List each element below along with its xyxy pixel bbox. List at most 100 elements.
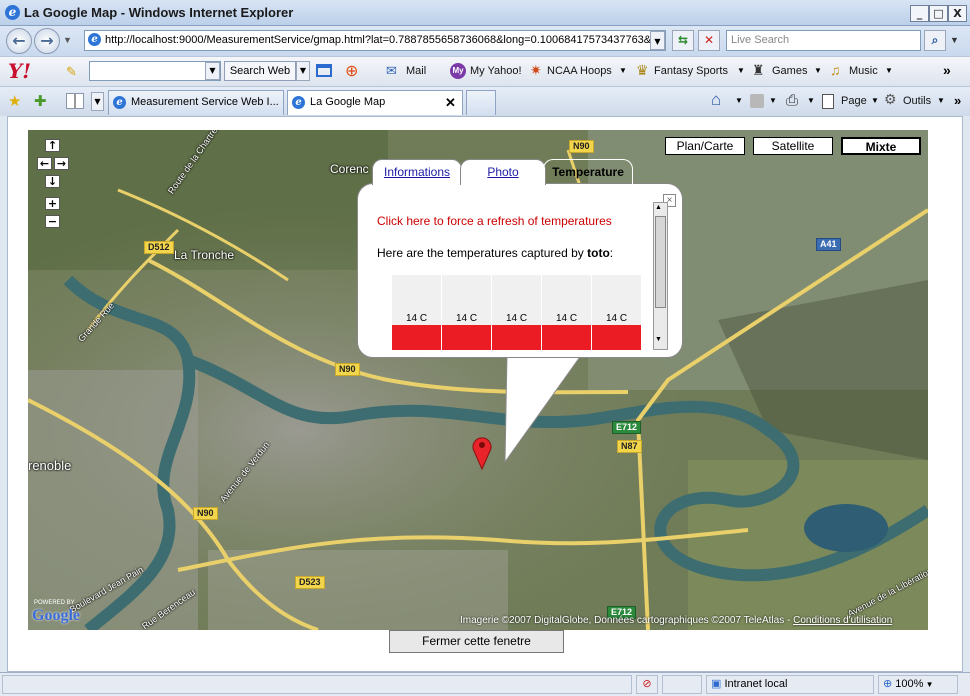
zone-indicator[interactable]: ▣ Intranet local bbox=[706, 675, 874, 694]
close-tab-icon[interactable]: ✕ bbox=[445, 91, 456, 114]
tab-list-dropdown-icon[interactable]: ▼ bbox=[91, 92, 104, 111]
tools-dropdown-icon[interactable]: ▼ bbox=[937, 96, 945, 105]
road-shield-n90: N90 bbox=[335, 363, 360, 376]
info-scroll-area[interactable]: Click here to force a refresh of tempera… bbox=[371, 202, 669, 350]
games-dropdown-icon[interactable]: ▼ bbox=[814, 66, 822, 75]
scroll-up-icon[interactable]: ▲ bbox=[655, 204, 662, 211]
tab-bar: ★ ✚ ▼ e Measurement Service Web I... e L… bbox=[0, 86, 970, 116]
popup-blocker-icon[interactable]: ⊘ bbox=[636, 675, 658, 694]
url-text: http://localhost:9000/MeasurementService… bbox=[105, 34, 652, 46]
tab-ie-icon: e bbox=[113, 96, 126, 109]
games-icon: ♜ bbox=[752, 62, 765, 78]
map-type-plan-button[interactable]: Plan/Carte bbox=[665, 137, 745, 155]
yahoo-logo[interactable]: Y! bbox=[8, 60, 31, 82]
close-window-button[interactable]: X bbox=[948, 5, 967, 22]
back-arrow-icon[interactable]: ← bbox=[6, 28, 32, 54]
pan-right-button[interactable]: → bbox=[54, 157, 69, 170]
favorites-star-icon[interactable]: ★ bbox=[8, 92, 21, 110]
scroll-down-icon[interactable]: ▼ bbox=[655, 336, 662, 343]
add-favorite-icon[interactable]: ✚ bbox=[34, 92, 47, 110]
terms-link[interactable]: Conditions d'utilisation bbox=[793, 615, 892, 626]
window-icon[interactable] bbox=[316, 64, 332, 77]
print-icon[interactable]: ⎙ bbox=[786, 92, 798, 109]
tab-measurement-service[interactable]: e Measurement Service Web I... bbox=[108, 90, 284, 115]
my-yahoo-link[interactable]: My Yahoo! bbox=[470, 65, 522, 77]
page-dropdown-icon[interactable]: ▼ bbox=[871, 96, 879, 105]
temperature-cell: 14 C bbox=[442, 275, 491, 350]
fantasy-sports-link[interactable]: Fantasy Sports bbox=[654, 65, 728, 77]
scrollbar-thumb[interactable] bbox=[655, 216, 666, 308]
address-dropdown-icon[interactable]: ▼ bbox=[650, 31, 665, 50]
temperature-cell: 14 C bbox=[592, 275, 641, 350]
map-type-satellite-button[interactable]: Satellite bbox=[753, 137, 833, 155]
info-scrollbar[interactable]: ▲ ▼ bbox=[653, 202, 668, 350]
print-dropdown-icon[interactable]: ▼ bbox=[807, 96, 815, 105]
page-icon: e bbox=[88, 33, 101, 46]
tab-photo[interactable]: Photo bbox=[460, 159, 546, 185]
zoom-out-button[interactable]: − bbox=[45, 215, 60, 228]
tab-photo-label: Photo bbox=[487, 165, 519, 179]
more-chevron-icon[interactable]: » bbox=[954, 93, 961, 108]
google-map[interactable]: ↑ ← → ↓ + − Plan/Carte Satellite Mixte C… bbox=[28, 130, 928, 630]
tab-la-google-map[interactable]: e La Google Map ✕ bbox=[287, 90, 463, 115]
quick-tabs-icon[interactable] bbox=[66, 93, 84, 109]
road-shield-d523: D523 bbox=[295, 576, 325, 589]
yahoo-search-dropdown-icon[interactable]: ▼ bbox=[205, 62, 220, 80]
tab-informations[interactable]: Informations bbox=[372, 159, 462, 185]
feeds-icon[interactable] bbox=[750, 94, 764, 108]
close-window-page-button[interactable]: Fermer cette fenetre bbox=[389, 630, 564, 653]
zoom-level-control[interactable]: ⊕ 100% ▼ bbox=[878, 675, 958, 694]
history-dropdown-icon[interactable]: ▼ bbox=[63, 35, 72, 45]
search-options-icon[interactable]: ▼ bbox=[950, 35, 959, 45]
music-dropdown-icon[interactable]: ▼ bbox=[885, 66, 893, 75]
yahoo-mail-link[interactable]: Mail bbox=[406, 65, 426, 77]
home-dropdown-icon[interactable]: ▼ bbox=[735, 96, 743, 105]
info-window: Informations Photo Temperature × Click h… bbox=[357, 159, 687, 464]
window-title: La Google Map - Windows Internet Explore… bbox=[24, 5, 294, 20]
temperature-bar bbox=[492, 325, 541, 350]
music-link[interactable]: Music bbox=[849, 65, 878, 77]
live-search-input[interactable]: Live Search bbox=[726, 30, 921, 51]
road-shield-a41: A41 bbox=[816, 238, 841, 251]
stop-icon[interactable]: ✕ bbox=[698, 30, 720, 51]
page-content: ↑ ← → ↓ + − Plan/Carte Satellite Mixte C… bbox=[7, 116, 963, 672]
tab-temperature[interactable]: Temperature bbox=[543, 159, 633, 185]
map-type-mixte-button[interactable]: Mixte bbox=[841, 137, 921, 155]
new-tab-button[interactable] bbox=[466, 90, 496, 115]
search-web-dropdown-icon[interactable]: ▼ bbox=[296, 61, 310, 81]
tools-menu[interactable]: Outils bbox=[903, 95, 931, 107]
temperature-label: 14 C bbox=[505, 313, 528, 324]
google-logo[interactable]: Google bbox=[32, 606, 80, 626]
attribution-text: Imagerie ©2007 DigitalGlobe, Données car… bbox=[460, 615, 794, 626]
search-web-button[interactable]: Search Web bbox=[224, 61, 296, 81]
page-menu[interactable]: Page bbox=[841, 95, 867, 107]
maximize-button[interactable]: □ bbox=[929, 5, 948, 22]
refresh-temperatures-link[interactable]: Click here to force a refresh of tempera… bbox=[377, 214, 612, 228]
fantasy-dropdown-icon[interactable]: ▼ bbox=[737, 66, 745, 75]
user-name: toto bbox=[587, 246, 610, 260]
feeds-dropdown-icon[interactable]: ▼ bbox=[769, 96, 777, 105]
forward-arrow-icon[interactable]: → bbox=[34, 28, 60, 54]
temperature-cell: 14 C bbox=[542, 275, 591, 350]
captured-suffix: : bbox=[609, 246, 614, 260]
pan-up-button[interactable]: ↑ bbox=[45, 139, 60, 152]
pan-down-button[interactable]: ↓ bbox=[45, 175, 60, 188]
yahoo-search-input[interactable] bbox=[89, 61, 221, 81]
refresh-icon[interactable]: ⇆ bbox=[672, 30, 694, 51]
temperature-bar bbox=[392, 325, 441, 350]
games-link[interactable]: Games bbox=[772, 65, 807, 77]
antispy-icon[interactable]: ⊕ bbox=[345, 61, 358, 81]
ncaa-hoops-link[interactable]: NCAA Hoops bbox=[547, 65, 612, 77]
zoom-in-button[interactable]: + bbox=[45, 197, 60, 210]
home-icon[interactable]: ⌂ bbox=[711, 90, 721, 110]
more-chevron-icon[interactable]: » bbox=[943, 62, 951, 78]
address-field[interactable]: e http://localhost:9000/MeasurementServi… bbox=[84, 30, 666, 51]
ncaa-dropdown-icon[interactable]: ▼ bbox=[619, 66, 627, 75]
pencil-icon[interactable]: ✎ bbox=[66, 64, 77, 80]
gear-icon: ⚙ bbox=[884, 91, 897, 107]
minimize-button[interactable]: _ bbox=[910, 5, 929, 22]
temperature-label: 14 C bbox=[405, 313, 428, 324]
pan-left-button[interactable]: ← bbox=[37, 157, 52, 170]
search-icon[interactable]: ⌕ bbox=[924, 30, 946, 51]
my-yahoo-icon: My bbox=[450, 63, 466, 79]
